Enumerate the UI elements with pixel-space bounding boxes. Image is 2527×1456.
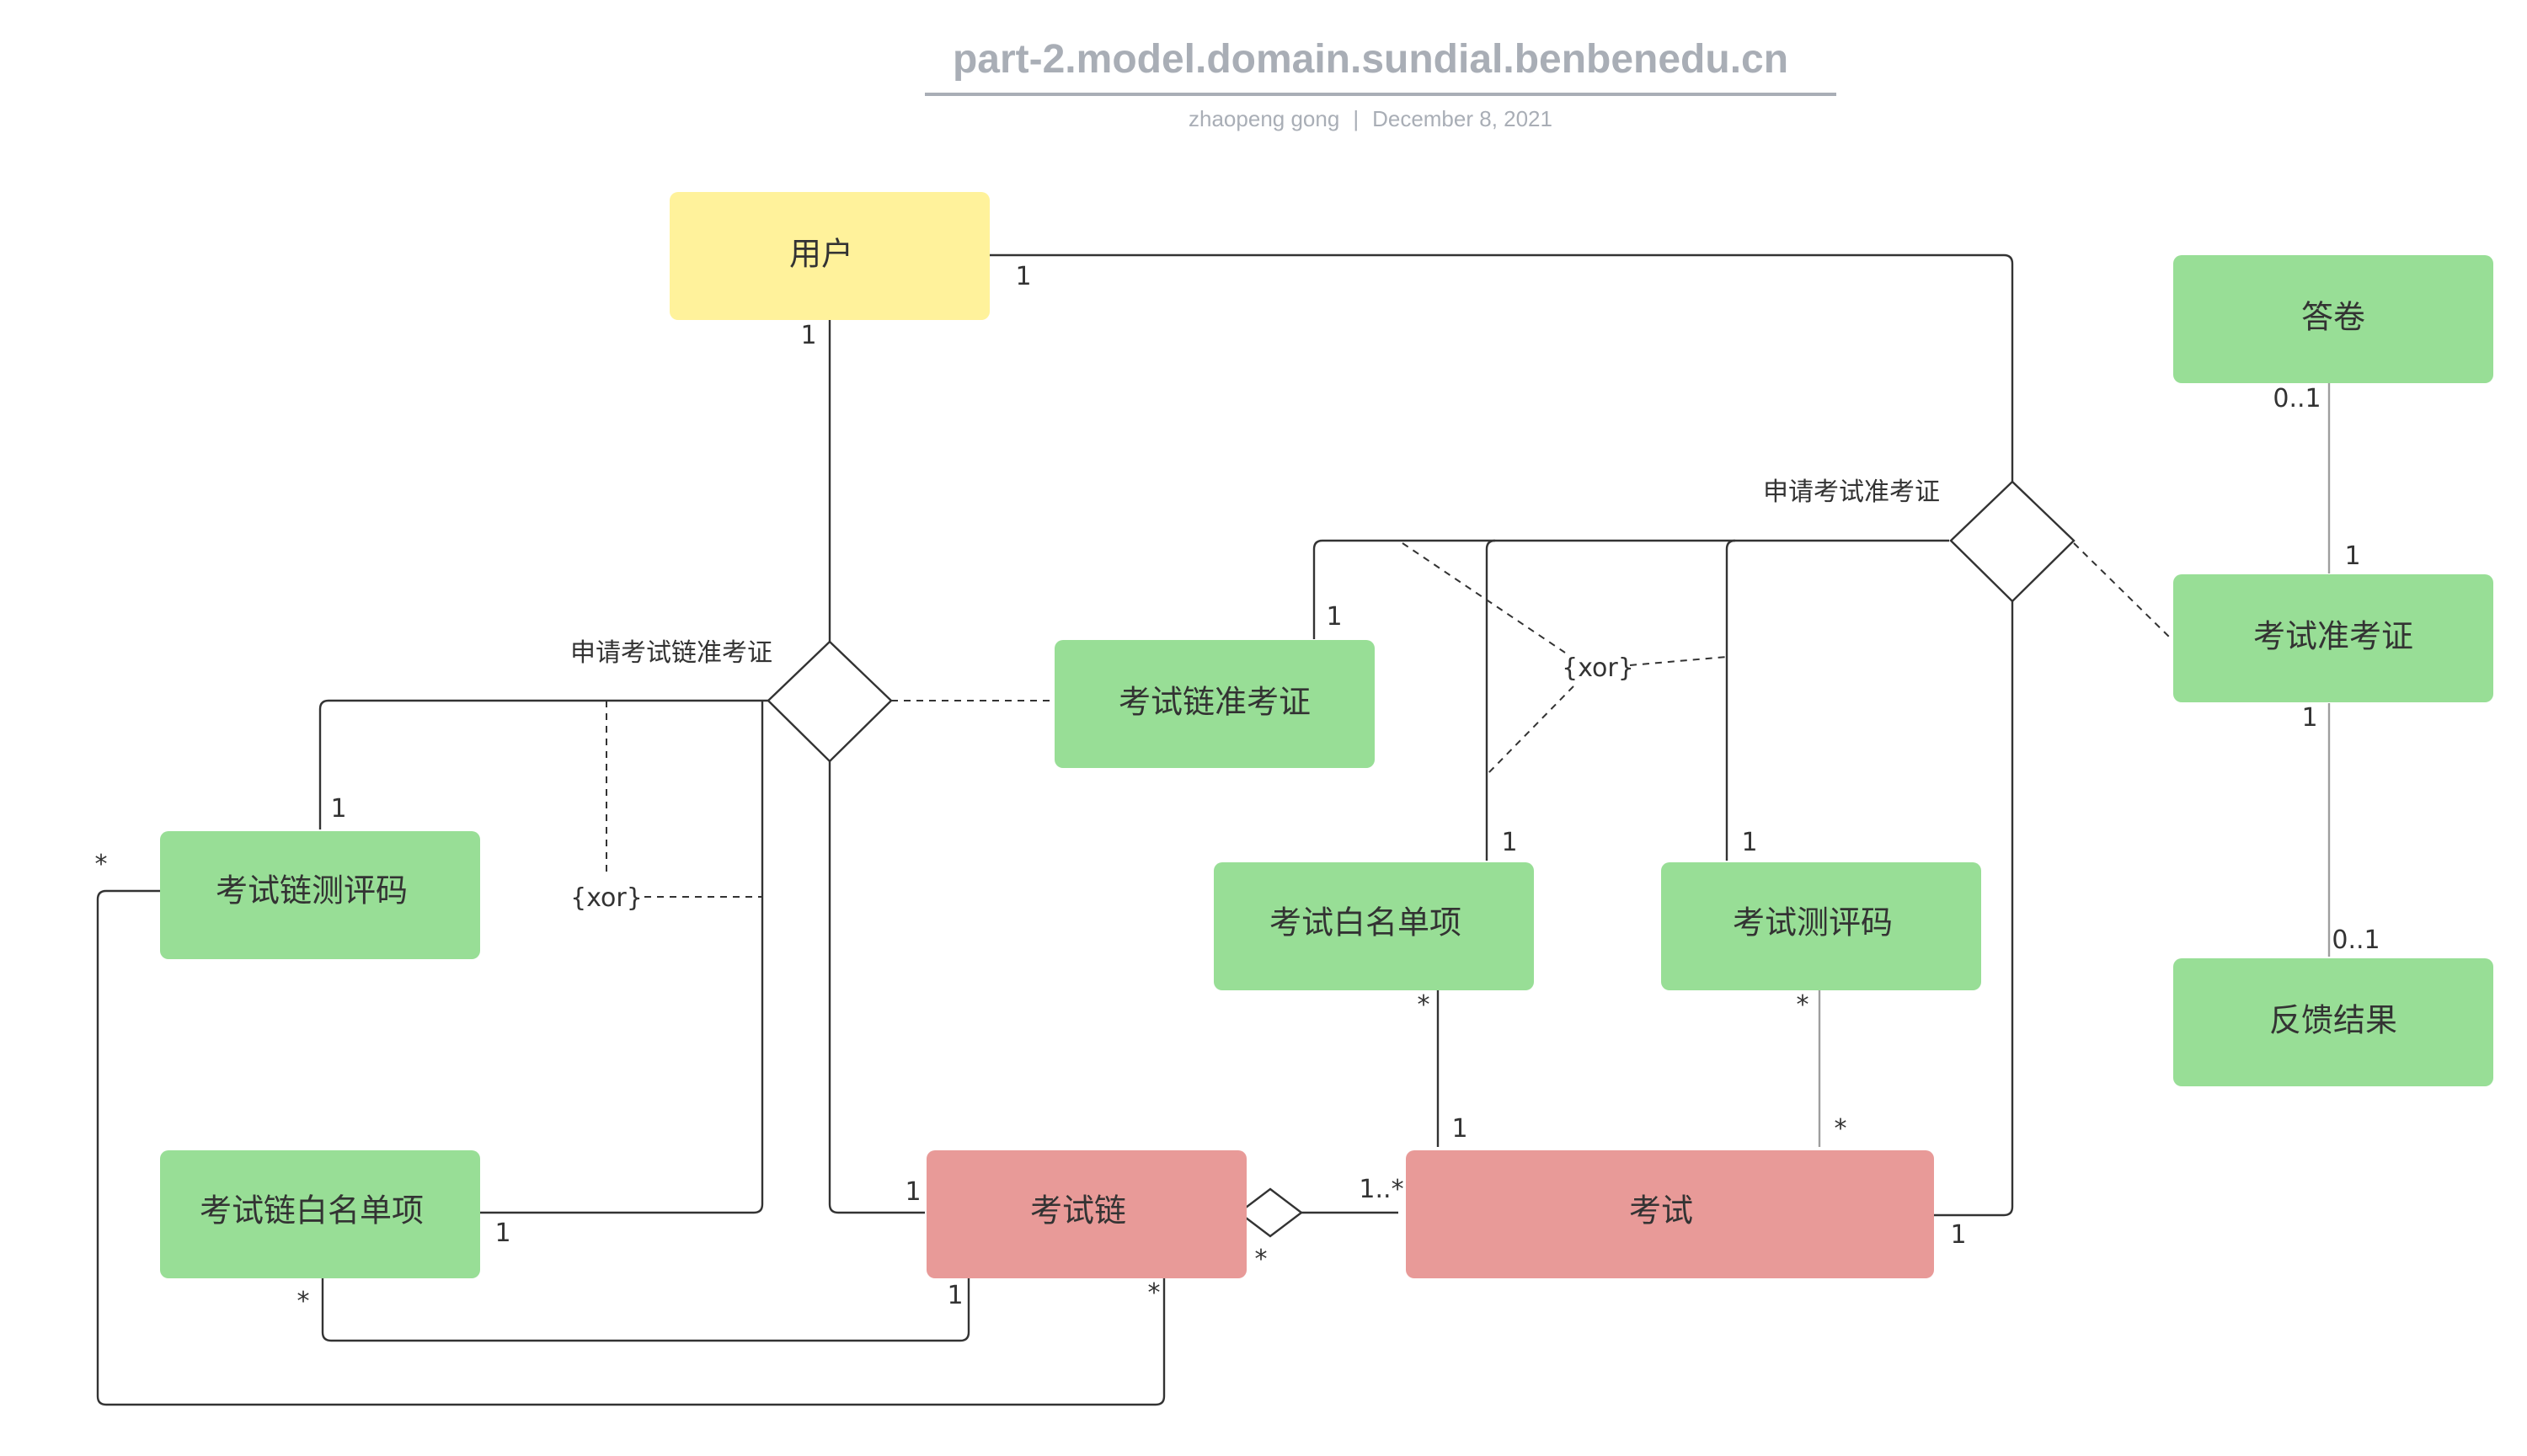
svg-text:考试准考证: 考试准考证 [2253,618,2413,655]
mult-exam-eval-code-top: 1 [1741,828,1757,857]
entity-exam-admission[interactable]: 考试准考证 [2173,574,2493,702]
assoc-class-link-exam-admission [2073,542,2172,639]
svg-text:考试测评码: 考试测评码 [1733,904,1893,941]
mult-user-right: 1 [1015,262,1031,291]
mult-chain-whitelist-bottom: * [297,1287,310,1316]
edge-assoc-exam-admission [1312,539,1949,639]
mult-chain-bottom: 1 [947,1281,963,1310]
mult-chain-left: 1 [905,1177,921,1207]
mult-answer-sheet: 0..1 [2273,384,2321,413]
svg-text:反馈结果: 反馈结果 [2269,1002,2397,1039]
mult-exam-whitelist-bottom: * [1418,990,1430,1020]
mult-chain-diamond: * [1255,1245,1268,1274]
xor-right-link-a [1402,542,1566,653]
svg-text:用户: 用户 [789,236,853,273]
entity-chain-eval-code[interactable]: 考试链测评码 [160,831,480,959]
diamonds [767,480,2076,1238]
diagram-title: part-2.model.domain.sundial.benbenedu.cn [953,37,1788,82]
svg-text:考试链白名单项: 考试链白名单项 [200,1192,424,1229]
mult-exam-left: 1..* [1359,1175,1403,1204]
mult-admission-top: 1 [2344,541,2360,571]
mult-exam-eval-code-bottom: * [1797,990,1809,1020]
date-text: December 8, 2021 [1372,106,1552,131]
svg-text:考试: 考试 [1629,1192,1693,1229]
entity-user[interactable]: 用户 [670,192,990,320]
edge-exam-whitelist-up [1485,539,1496,861]
edge-exam-evalcode-up [1725,539,1736,861]
mult-admission-bottom: 1 [2301,703,2317,733]
edge-user-chain [828,320,925,1214]
entity-exam-whitelist[interactable]: 考试白名单项 [1214,862,1534,990]
entity-exam-chain[interactable]: 考试链 [927,1150,1247,1278]
svg-text:考试链测评码: 考试链测评码 [216,872,408,909]
diagram-subtitle: zhaopeng gong | December 8, 2021 [1189,106,1552,131]
mult-chain-bottom-right: * [1148,1278,1161,1308]
edge-chain-eval-code [318,699,768,829]
edge-evalcode-chain-bottom [96,889,1166,1406]
mult-exam-top-left: 1 [1451,1114,1467,1144]
mult-chain-eval-code-left: * [95,850,108,879]
mult-chain-eval-code-top: 1 [330,794,346,824]
author-text: zhaopeng gong [1189,106,1339,131]
mult-exam-right: 1 [1950,1220,1966,1250]
assoc-diamond-exam-admission [1949,480,2076,603]
xor-constraint-left: {xor} [570,883,643,913]
entity-chain-admission[interactable]: 考试链准考证 [1055,640,1375,768]
mult-user-bottom: 1 [800,321,816,350]
assoc-diamond-chain-admission [767,640,893,763]
assoc-label-apply-chain-admission: 申请考试链准考证 [570,638,772,668]
xor-right-link-c [1629,656,1728,666]
entity-answer-sheet[interactable]: 答卷 [2173,255,2493,383]
uml-class-diagram: part-2.model.domain.sundial.benbenedu.cn… [95,37,2493,1406]
mult-chain-whitelist-right: 1 [494,1219,510,1248]
xor-constraint-right: {xor} [1562,653,1634,683]
separator-text: | [1353,106,1359,131]
entity-exam[interactable]: 考试 [1406,1150,1934,1278]
svg-text:考试链准考证: 考试链准考证 [1119,684,1311,721]
svg-text:考试链: 考试链 [1030,1192,1126,1229]
xor-right-link-b [1486,685,1574,776]
edge-whitelist-chain-bottom [321,1272,970,1342]
edge-chain-whitelist [476,701,764,1214]
assoc-label-apply-exam-admission: 申请考试准考证 [1763,477,1940,507]
mult-exam-top-right: * [1835,1114,1847,1144]
entity-chain-whitelist[interactable]: 考试链白名单项 [160,1150,480,1278]
entity-exam-eval-code[interactable]: 考试测评码 [1661,862,1981,990]
aggregation-diamond-chain-exam [1237,1187,1303,1238]
mult-exam-whitelist-top: 1 [1501,828,1517,857]
svg-text:答卷: 答卷 [2301,299,2365,336]
mult-feedback: 0..1 [2332,925,2380,955]
svg-text:考试白名单项: 考试白名单项 [1269,904,1461,941]
entity-feedback[interactable]: 反馈结果 [2173,958,2493,1086]
mult-chain-admission: 1 [1326,602,1342,632]
